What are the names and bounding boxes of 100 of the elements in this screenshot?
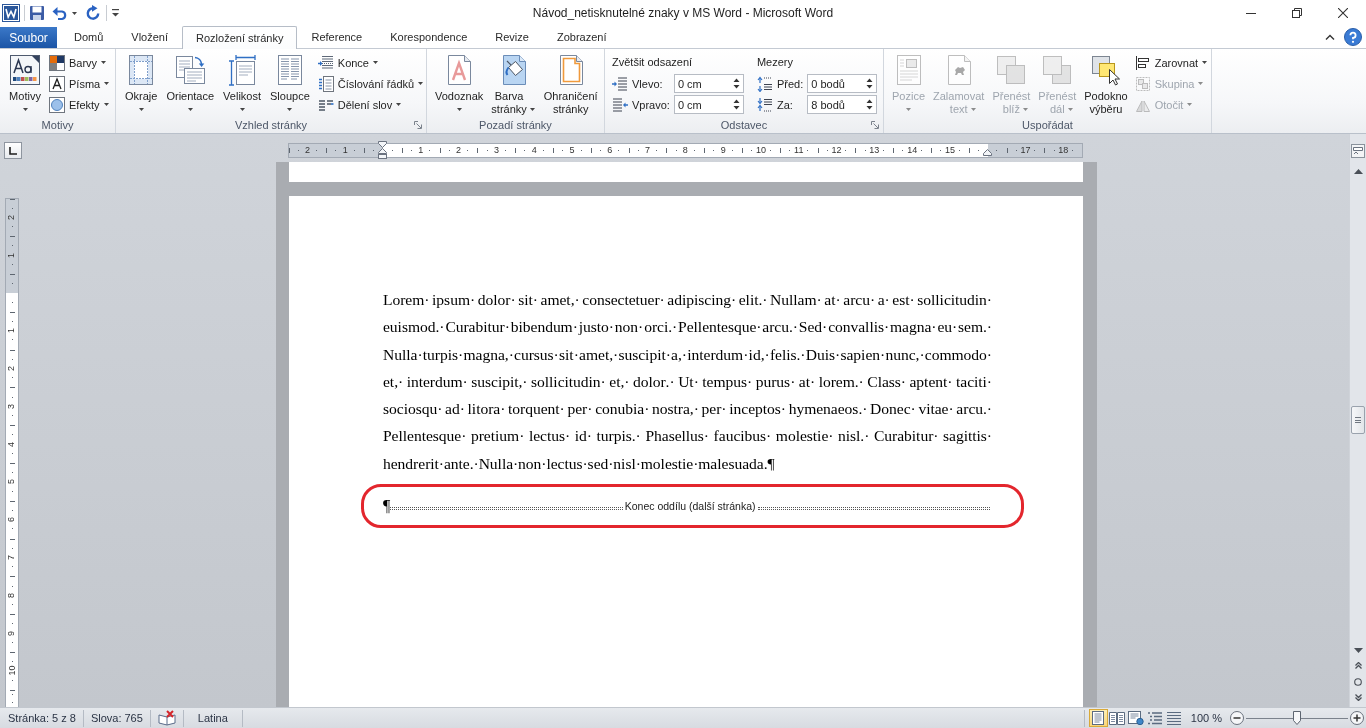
ribbon-tab[interactable]: Korespondence bbox=[376, 26, 482, 48]
ribbon-button[interactable]: Ohraničení stránky bbox=[540, 49, 601, 116]
spin-field[interactable]: 0 cm bbox=[673, 95, 744, 114]
spin-field[interactable]: 0 cm bbox=[673, 74, 744, 93]
ribbon-button[interactable]: Efekty bbox=[47, 94, 112, 115]
tab-stop-icon bbox=[9, 146, 17, 155]
ruler-number: 12 bbox=[831, 146, 842, 155]
previous-page-icon[interactable] bbox=[1354, 662, 1362, 669]
ruler-number: 9 bbox=[7, 630, 17, 636]
restore-icon[interactable] bbox=[1292, 8, 1302, 18]
ribbon-button[interactable]: Barva stránky bbox=[488, 49, 539, 116]
ribbon-button[interactable]: Konce bbox=[315, 52, 426, 73]
ruler-number: 15 bbox=[944, 146, 955, 155]
paragraph-mark: ¶ bbox=[383, 495, 391, 516]
caret-icon bbox=[187, 108, 193, 111]
ribbon-tab[interactable]: Rozložení stránky bbox=[182, 26, 298, 49]
zoom-slider[interactable] bbox=[1246, 711, 1348, 725]
spinner-icon[interactable] bbox=[866, 77, 874, 90]
ribbon-button[interactable]: Orientace bbox=[163, 49, 218, 116]
page-indicator[interactable]: Stránka: 5 z 8 bbox=[8, 712, 76, 724]
ribbon-tab[interactable]: Reference bbox=[297, 26, 377, 48]
caret-icon bbox=[103, 103, 109, 106]
grouped-squares-icon bbox=[1134, 75, 1151, 92]
spinner-icon[interactable] bbox=[732, 98, 740, 111]
scroll-down-icon[interactable] bbox=[1353, 648, 1363, 653]
section-label: Zvětšit odsazení bbox=[612, 56, 694, 68]
view-button[interactable] bbox=[1164, 709, 1184, 727]
zoom-thumb[interactable] bbox=[1293, 711, 1301, 725]
section-break-label: Konec oddílu (další stránka) bbox=[623, 499, 757, 512]
scroll-up-icon[interactable] bbox=[1353, 169, 1363, 174]
right-indent-icon[interactable] bbox=[983, 149, 993, 156]
open-book-icon bbox=[1109, 711, 1126, 725]
language-indicator[interactable]: Latina bbox=[197, 712, 228, 724]
ruler-number: 3 bbox=[493, 146, 499, 155]
ribbon-button[interactable]: Motivy bbox=[6, 49, 44, 116]
field-label: Vlevo: bbox=[632, 77, 664, 90]
overlapping-squares-icon bbox=[995, 54, 1028, 86]
circle-icon bbox=[49, 96, 65, 113]
ruler-toggle-icon[interactable] bbox=[1351, 144, 1365, 158]
ribbon-button[interactable]: Sloupce bbox=[267, 49, 313, 116]
word-count[interactable]: Slova: 765 bbox=[90, 712, 143, 724]
tab-stop-selector[interactable] bbox=[4, 142, 22, 159]
redo-icon[interactable] bbox=[85, 5, 101, 21]
caret-icon bbox=[1198, 82, 1204, 85]
ribbon-button[interactable]: Okraje bbox=[122, 49, 161, 116]
zoom-out-icon[interactable] bbox=[1230, 711, 1244, 725]
caret-icon bbox=[239, 108, 245, 111]
squares-cursor-icon bbox=[1089, 54, 1122, 86]
ribbon-button[interactable]: Dělení slov bbox=[315, 94, 426, 115]
book-icon[interactable] bbox=[157, 710, 176, 726]
ruler-number: 2 bbox=[304, 146, 310, 155]
word-app-icon[interactable] bbox=[2, 4, 20, 22]
zoom-in-icon[interactable] bbox=[1350, 711, 1364, 725]
spinner-icon[interactable] bbox=[732, 77, 740, 90]
dialog-launcher-icon[interactable] bbox=[414, 120, 422, 129]
ruler-number: 10 bbox=[7, 665, 17, 676]
scrollbar-thumb[interactable] bbox=[1351, 406, 1365, 434]
ruler-number: 5 bbox=[7, 479, 17, 485]
group-label: Vzhled stránky bbox=[234, 118, 308, 131]
spin-field[interactable]: 0 bodů bbox=[807, 74, 878, 93]
next-page-icon[interactable] bbox=[1354, 694, 1362, 701]
caret-icon bbox=[456, 108, 462, 111]
ribbon-tab[interactable]: Domů bbox=[60, 26, 118, 48]
ribbon-button[interactable]: Písma bbox=[47, 73, 112, 94]
ribbon-button[interactable]: Velikost bbox=[220, 49, 265, 116]
globe-page-icon bbox=[1128, 711, 1145, 725]
ribbon-tab[interactable]: Vložení bbox=[117, 26, 183, 48]
undo-icon[interactable] bbox=[52, 5, 68, 21]
customize-toolbar-icon[interactable] bbox=[112, 9, 119, 17]
ruler-number: 18 bbox=[1058, 146, 1069, 155]
collapse-ribbon-icon[interactable] bbox=[1325, 34, 1335, 40]
ribbon-button[interactable]: Barvy bbox=[47, 52, 112, 73]
ribbon-tab[interactable]: Zobrazení bbox=[542, 26, 621, 48]
ribbon-button[interactable]: Vodoznak bbox=[432, 49, 487, 116]
close-icon[interactable] bbox=[1338, 8, 1348, 18]
spinner-icon[interactable] bbox=[866, 98, 874, 111]
ruler-number: 7 bbox=[7, 555, 17, 561]
view-button[interactable] bbox=[1145, 709, 1165, 727]
caret-icon[interactable] bbox=[72, 11, 77, 15]
browse-object-icon[interactable] bbox=[1354, 678, 1362, 686]
ribbon-button[interactable]: Číslování řádků bbox=[315, 73, 426, 94]
lines-icon bbox=[1166, 711, 1183, 725]
view-button[interactable] bbox=[1107, 709, 1127, 727]
view-button[interactable] bbox=[1088, 709, 1108, 727]
save-icon[interactable] bbox=[29, 5, 45, 21]
file-tab[interactable]: Soubor bbox=[0, 27, 57, 48]
ribbon-button[interactable]: Zarovnat bbox=[1132, 52, 1210, 73]
view-button[interactable] bbox=[1126, 709, 1146, 727]
indent-marker-icon[interactable] bbox=[378, 141, 388, 159]
dialog-launcher-icon[interactable] bbox=[871, 120, 879, 129]
zoom-level[interactable]: 100 % bbox=[1190, 712, 1222, 724]
caret-icon bbox=[906, 108, 911, 111]
spin-field[interactable]: 8 bodů bbox=[807, 95, 878, 114]
ribbon-tab[interactable]: Revize bbox=[481, 26, 543, 48]
ruler-number: 1 bbox=[7, 328, 17, 334]
help-icon[interactable] bbox=[1344, 28, 1362, 46]
ribbon-button[interactable]: Podokno výběru bbox=[1081, 49, 1131, 116]
ruler-number: 8 bbox=[7, 592, 17, 598]
ruler-number: 1 bbox=[418, 146, 424, 155]
ruler-number: 4 bbox=[7, 441, 17, 447]
